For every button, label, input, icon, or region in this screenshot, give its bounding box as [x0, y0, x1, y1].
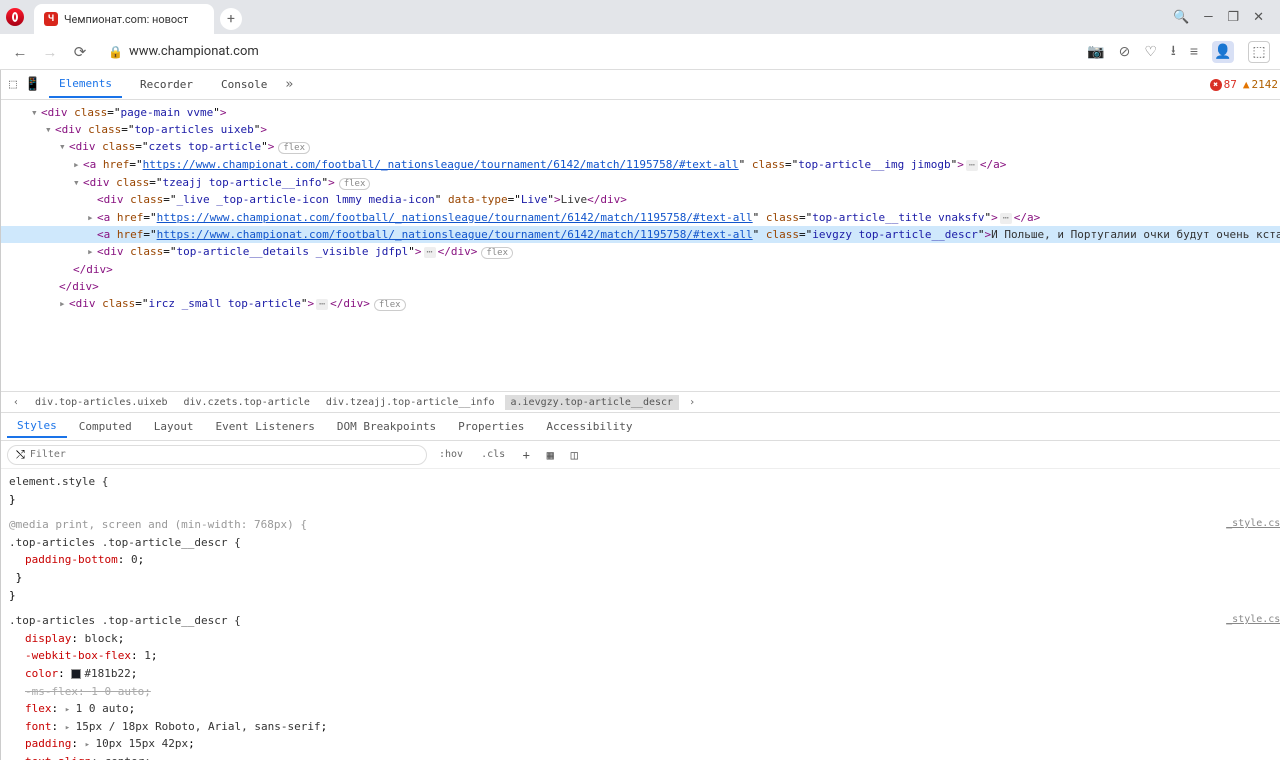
extensions-button[interactable]: ⬚	[1248, 41, 1270, 63]
minimize-icon[interactable]: —	[1203, 10, 1213, 25]
sidebar-toggle-icon[interactable]: ◫	[565, 446, 583, 464]
styles-filter-input[interactable]: ⤭	[7, 445, 427, 465]
crumb-item-selected[interactable]: a.ievgzy.top-article__descr	[505, 395, 680, 410]
tab-bar: Ч Чемпионат.com: новост + 🔍 — ❐ ✕	[0, 0, 1280, 34]
forward-button[interactable]: →	[40, 42, 60, 62]
crumb-item[interactable]: div.tzeajj.top-article__info	[320, 395, 501, 410]
crumb-item[interactable]: div.czets.top-article	[177, 395, 315, 410]
tab-elements[interactable]: Elements	[49, 71, 122, 98]
tab-styles[interactable]: Styles	[7, 415, 67, 438]
error-count[interactable]: 87	[1210, 78, 1237, 91]
crumb-item[interactable]: div.top-articles.uixeb	[29, 395, 173, 410]
device-icon[interactable]: 📱	[25, 77, 41, 92]
tab-layout[interactable]: Layout	[144, 416, 204, 437]
new-rule-icon[interactable]: +	[517, 446, 535, 464]
lock-icon: 🔒	[108, 45, 123, 59]
devtools-toolbar: ⬚ 📱 Elements Recorder Console » 87 2142 …	[1, 70, 1280, 100]
tab-event-listeners[interactable]: Event Listeners	[205, 416, 324, 437]
url-text: www.championat.com	[129, 44, 259, 59]
hov-button[interactable]: :hov	[433, 446, 469, 463]
devtools: ⬚ 📱 Elements Recorder Console » 87 2142 …	[0, 70, 1280, 760]
profile-button[interactable]: 👤	[1212, 41, 1234, 63]
crumb-next-icon[interactable]: ›	[683, 395, 701, 410]
back-button[interactable]: ←	[10, 42, 30, 62]
browser-tab[interactable]: Ч Чемпионат.com: новост	[34, 4, 214, 34]
close-icon[interactable]: ✕	[1253, 10, 1264, 25]
tab-accessibility[interactable]: Accessibility	[536, 416, 642, 437]
reload-button[interactable]: ⟳	[70, 42, 90, 62]
menu-icon[interactable]: ≡	[1190, 43, 1198, 60]
url-input[interactable]: 🔒 www.championat.com	[100, 39, 1077, 65]
download-icon[interactable]: ⭳	[1171, 40, 1176, 64]
warning-count[interactable]: 2142	[1243, 78, 1278, 91]
cls-button[interactable]: .cls	[475, 446, 511, 463]
tab-title: Чемпионат.com: новост	[64, 13, 204, 26]
crumb-prev-icon[interactable]: ‹	[7, 395, 25, 410]
favicon: Ч	[44, 12, 58, 26]
breadcrumb[interactable]: ‹ div.top-articles.uixeb div.czets.top-a…	[1, 391, 1280, 413]
shield-icon[interactable]: ⊘	[1119, 44, 1131, 60]
search-icon[interactable]: 🔍	[1173, 10, 1189, 25]
address-bar: ← → ⟳ 🔒 www.championat.com 📷 ⊘ ♡ ⭳ ≡ 👤 ⬚	[0, 34, 1280, 70]
tab-console[interactable]: Console	[211, 72, 277, 97]
tab-properties[interactable]: Properties	[448, 416, 534, 437]
tab-recorder[interactable]: Recorder	[130, 72, 203, 97]
maximize-icon[interactable]: ❐	[1227, 10, 1239, 25]
heart-icon[interactable]: ♡	[1144, 44, 1157, 60]
styles-tabs: Styles Computed Layout Event Listeners D…	[1, 413, 1280, 441]
computed-toggle-icon[interactable]: ▦	[541, 446, 559, 464]
tab-dom-breakpoints[interactable]: DOM Breakpoints	[327, 416, 446, 437]
more-tabs-icon[interactable]: »	[285, 77, 293, 92]
inspect-icon[interactable]: ⬚	[9, 77, 17, 92]
filter-icon: ⤭	[16, 448, 25, 462]
new-tab-button[interactable]: +	[220, 8, 242, 30]
styles-filter-row: ⤭ :hov .cls + ▦ ◫	[1, 441, 1280, 469]
opera-logo	[6, 8, 24, 26]
dom-tree[interactable]: ⚲ ▾<div class="page-main vvme"> ▾<div cl…	[1, 100, 1280, 391]
styles-pane[interactable]: element.style { } _style.css?…798928397:…	[1, 469, 1280, 760]
tab-computed[interactable]: Computed	[69, 416, 142, 437]
camera-icon[interactable]: 📷	[1087, 44, 1104, 60]
